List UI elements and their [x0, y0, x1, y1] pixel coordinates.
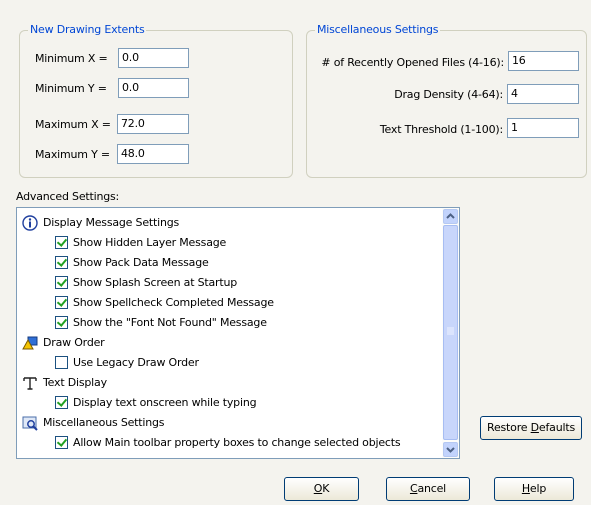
button-text: Restore [487, 421, 531, 434]
advanced-settings-list[interactable]: Display Message Settings Show Hidden Lay… [16, 207, 460, 459]
grip-icon [447, 327, 454, 335]
checkbox[interactable] [55, 276, 68, 289]
category-label: Display Message Settings [43, 216, 180, 229]
help-button[interactable]: Help [494, 477, 574, 501]
maximum-x-label: Maximum X = [35, 118, 111, 131]
button-text: efaults [538, 421, 575, 434]
scroll-down-button[interactable] [443, 442, 458, 457]
advanced-settings-label: Advanced Settings: [16, 190, 120, 203]
text-tool-icon [22, 375, 38, 391]
scroll-thumb[interactable] [443, 225, 458, 440]
scroll-up-button[interactable] [443, 209, 458, 224]
restore-defaults-button[interactable]: Restore Defaults [480, 416, 582, 440]
list-item-label: Show Pack Data Message [73, 256, 209, 269]
drag-density-input[interactable]: 4 [507, 84, 579, 104]
ok-button[interactable]: OK [284, 477, 359, 501]
button-text: ancel [417, 482, 447, 495]
mnemonic-key: O [313, 482, 323, 495]
list-item-label: Show Spellcheck Completed Message [73, 296, 274, 309]
list-item-label: Show Splash Screen at Startup [73, 276, 238, 289]
maximum-y-input[interactable]: 48.0 [117, 144, 189, 164]
chevron-down-icon [446, 447, 455, 453]
vertical-scrollbar[interactable] [442, 208, 459, 458]
text-threshold-input[interactable]: 1 [507, 118, 579, 138]
maximum-x-input[interactable]: 72.0 [117, 114, 189, 134]
recent-files-input[interactable]: 16 [508, 51, 579, 71]
mnemonic-key: D [530, 421, 539, 434]
drag-density-label: Drag Density (4-64): [394, 88, 503, 101]
minimum-y-label: Minimum Y = [35, 82, 107, 95]
category-label: Text Display [43, 376, 107, 389]
info-icon [22, 215, 38, 231]
new-drawing-extents-title: New Drawing Extents [28, 23, 147, 36]
checkbox[interactable] [55, 316, 68, 329]
cancel-button[interactable]: Cancel [386, 477, 470, 501]
text-threshold-label: Text Threshold (1-100): [379, 123, 503, 136]
recent-files-label: # of Recently Opened Files (4-16): [321, 56, 504, 69]
checkbox[interactable] [55, 356, 68, 369]
checkbox[interactable] [55, 236, 68, 249]
mnemonic-key: H [521, 482, 530, 495]
chevron-up-icon [446, 213, 455, 219]
maximum-y-label: Maximum Y = [35, 148, 110, 161]
list-item-label: Allow Main toolbar property boxes to cha… [73, 436, 401, 449]
category-label: Miscellaneous Settings [43, 416, 165, 429]
miscellaneous-settings-title: Miscellaneous Settings [315, 23, 441, 36]
button-text: elp [529, 482, 547, 495]
list-item-label: Show the "Font Not Found" Message [73, 316, 267, 329]
category-label: Draw Order [43, 336, 105, 349]
minimum-x-label: Minimum X = [35, 52, 108, 65]
checkbox[interactable] [55, 436, 68, 449]
checkbox[interactable] [55, 256, 68, 269]
list-item-label: Show Hidden Layer Message [73, 236, 227, 249]
checkbox[interactable] [55, 396, 68, 409]
list-item-label: Use Legacy Draw Order [73, 356, 199, 369]
button-text: K [322, 482, 330, 495]
misc-settings-icon [22, 415, 38, 431]
draw-order-icon [22, 335, 38, 351]
minimum-x-input[interactable]: 0.0 [118, 48, 189, 68]
minimum-y-input[interactable]: 0.0 [118, 78, 189, 98]
checkbox[interactable] [55, 296, 68, 309]
list-item-label: Display text onscreen while typing [73, 396, 257, 409]
